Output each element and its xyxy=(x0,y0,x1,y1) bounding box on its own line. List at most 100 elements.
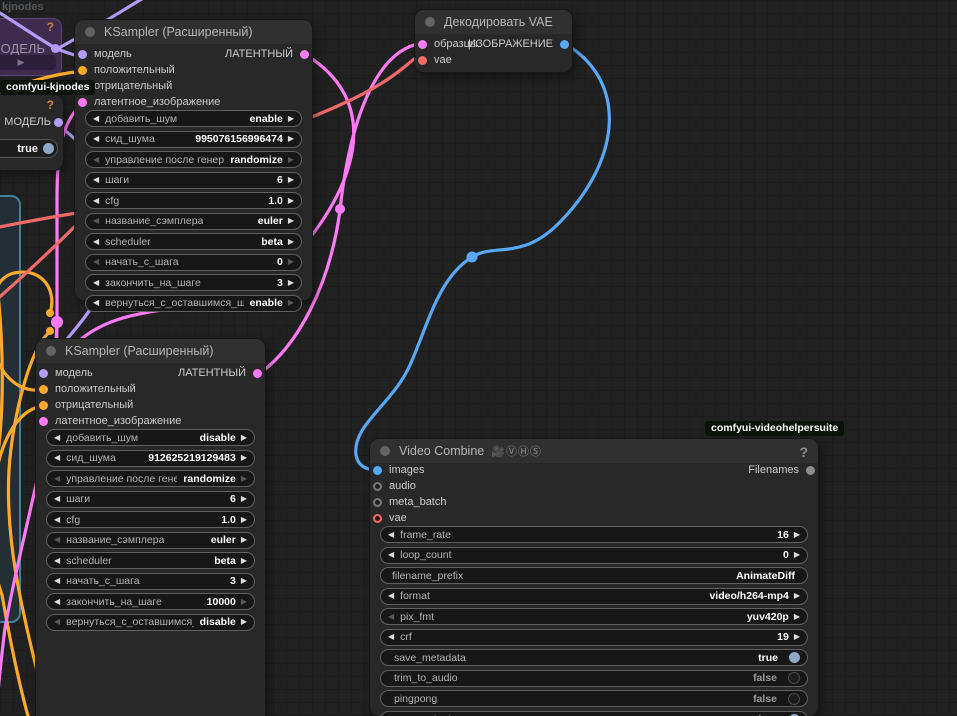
input-dot-положительный[interactable] xyxy=(78,65,87,75)
widget-increment-arrow[interactable]: ▶ xyxy=(288,258,294,266)
widget-decrement-arrow[interactable]: ◀ xyxy=(54,433,60,442)
widget-decrement-arrow[interactable]: ◀ xyxy=(388,530,394,539)
widget-increment-arrow[interactable]: ▶ xyxy=(288,114,294,123)
output-Filenames[interactable]: Filenames xyxy=(748,462,815,478)
widget-decrement-arrow[interactable]: ◀ xyxy=(93,237,99,246)
widget-increment-arrow[interactable]: ▶ xyxy=(241,597,247,606)
output-dot-ЛАТЕНТНЫЙ[interactable] xyxy=(253,368,262,378)
boolean-toggle[interactable]: true xyxy=(0,139,58,158)
widget-закончить_на_шаге[interactable]: ◀ закончить_на_шаге 10000 ▶ xyxy=(46,593,255,610)
widget-increment-arrow[interactable]: ▶ xyxy=(241,556,247,565)
widget-decrement-arrow[interactable]: ◀ xyxy=(93,155,99,164)
cond-endpoint-dot-2[interactable] xyxy=(46,327,54,335)
collapse-dot[interactable] xyxy=(85,27,95,37)
widget-управление после генерац...[interactable]: ◀ управление после генерац... randomize ▶ xyxy=(46,470,255,487)
widget-управление после генерац...[interactable]: ◀ управление после генерац... randomize ▶ xyxy=(85,151,302,168)
widget-decrement-arrow[interactable]: ◀ xyxy=(93,217,99,225)
node-vae-decode[interactable]: Декодировать VAE образцы ИЗОБРАЖЕНИЕ vae xyxy=(415,10,572,72)
input-латентное_изображение[interactable]: латентное_изображение xyxy=(78,94,220,110)
widget-pingpong[interactable]: pingpong false xyxy=(380,690,808,707)
widget-decrement-arrow[interactable]: ◀ xyxy=(54,474,60,483)
widget-scheduler[interactable]: ◀ scheduler beta ▶ xyxy=(46,552,255,569)
widget-cfg[interactable]: ◀ cfg 1.0 ▶ xyxy=(85,192,302,209)
output-dot-Filenames[interactable] xyxy=(806,465,815,475)
input-отрицательный[interactable]: отрицательный xyxy=(39,397,133,413)
cond-endpoint-dot-1[interactable] xyxy=(46,309,54,317)
widget-decrement-arrow[interactable]: ◀ xyxy=(388,612,394,621)
widget-increment-arrow[interactable]: ▶ xyxy=(241,474,247,483)
widget-добавить_шум[interactable]: ◀ добавить_шум disable ▶ xyxy=(46,429,255,446)
widget-decrement-arrow[interactable]: ◀ xyxy=(93,176,99,184)
widget-шаги[interactable]: ◀ шаги 6 ▶ xyxy=(85,171,302,189)
widget-increment-arrow[interactable]: ▶ xyxy=(241,577,247,585)
widget-decrement-arrow[interactable]: ◀ xyxy=(93,114,99,123)
input-dot-модель[interactable] xyxy=(39,368,48,378)
widget-сид_шума[interactable]: ◀ сид_шума 912625219129483 ▶ xyxy=(46,449,255,467)
toggle-knob[interactable] xyxy=(788,672,800,684)
collapse-dot[interactable] xyxy=(46,346,56,356)
widget-decrement-arrow[interactable]: ◀ xyxy=(388,633,394,641)
reroute-dot-latent-left[interactable] xyxy=(51,316,63,328)
input-dot-images[interactable] xyxy=(373,465,382,475)
widget-вернуться_с_оставшимся_шу ...[interactable]: ◀ вернуться_с_оставшимся_шу ... enable ▶ xyxy=(85,294,302,312)
widget-cfg[interactable]: ◀ cfg 1.0 ▶ xyxy=(46,511,255,528)
toggle-knob[interactable] xyxy=(788,692,800,705)
widget-decrement-arrow[interactable]: ◀ xyxy=(93,135,99,143)
widget-loop_count[interactable]: ◀ loop_count 0 ▶ xyxy=(380,546,808,564)
widget-decrement-arrow[interactable]: ◀ xyxy=(93,299,99,307)
widget-decrement-arrow[interactable]: ◀ xyxy=(54,618,60,626)
input-vae[interactable]: vae xyxy=(373,510,407,526)
widget-save_output[interactable]: save_outputtrue xyxy=(380,710,808,716)
widget-decrement-arrow[interactable]: ◀ xyxy=(54,556,60,565)
widget-название_сэмплера[interactable]: ◀ название_сэмплера euler ▶ xyxy=(85,212,302,230)
play-button[interactable]: ▶ xyxy=(0,55,56,70)
widget-закончить_на_шаге[interactable]: ◀ закончить_на_шаге 3 ▶ xyxy=(85,274,302,291)
input-dot-vae[interactable] xyxy=(418,55,427,65)
widget-добавить_шум[interactable]: ◀ добавить_шум enable ▶ xyxy=(85,110,302,127)
node-partial-blue[interactable] xyxy=(0,195,21,623)
collapse-dot[interactable] xyxy=(380,446,390,456)
widget-decrement-arrow[interactable]: ◀ xyxy=(54,495,60,503)
node-partial-purple[interactable]: ? МОДЕЛЬ ▶ xyxy=(0,18,62,76)
widget-increment-arrow[interactable]: ▶ xyxy=(794,551,800,559)
output-ЛАТЕНТНЫЙ[interactable]: ЛАТЕНТНЫЙ xyxy=(225,46,309,62)
widget-increment-arrow[interactable]: ▶ xyxy=(288,155,294,164)
widget-increment-arrow[interactable]: ▶ xyxy=(288,135,294,143)
widget-decrement-arrow[interactable]: ◀ xyxy=(93,258,99,266)
input-dot-vae[interactable] xyxy=(373,513,382,523)
node-help-icon[interactable]: ? xyxy=(47,98,54,112)
toggle-knob[interactable] xyxy=(43,143,54,154)
widget-increment-arrow[interactable]: ▶ xyxy=(241,618,247,626)
widget-increment-arrow[interactable]: ▶ xyxy=(241,515,247,524)
widget-decrement-arrow[interactable]: ◀ xyxy=(388,551,394,559)
input-положительный[interactable]: положительный xyxy=(39,381,136,397)
widget-increment-arrow[interactable]: ▶ xyxy=(288,217,294,225)
input-dot-audio[interactable] xyxy=(373,481,382,491)
widget-scheduler[interactable]: ◀ scheduler beta ▶ xyxy=(85,233,302,250)
node-help-icon[interactable]: ? xyxy=(799,444,808,460)
input-dot-отрицательный[interactable] xyxy=(39,400,48,410)
node-video-combine[interactable]: Video Combine 🎥ⓋⒽⓈ ? images Filenames audi… xyxy=(370,439,818,716)
input-положительный[interactable]: положительный xyxy=(78,62,175,78)
widget-decrement-arrow[interactable]: ◀ xyxy=(54,454,60,462)
widget-decrement-arrow[interactable]: ◀ xyxy=(93,278,99,287)
input-dot-meta_batch[interactable] xyxy=(373,497,382,507)
widget-increment-arrow[interactable]: ▶ xyxy=(288,278,294,287)
collapse-dot[interactable] xyxy=(425,17,435,27)
output-ЛАТЕНТНЫЙ[interactable]: ЛАТЕНТНЫЙ xyxy=(178,365,262,381)
node-help-icon[interactable]: ? xyxy=(47,20,54,34)
widget-начать_с_шага[interactable]: ◀ начать_с_шага 0 ▶ xyxy=(85,253,302,271)
input-dot-образцы[interactable] xyxy=(418,39,427,49)
input-meta_batch[interactable]: meta_batch xyxy=(373,494,446,510)
widget-increment-arrow[interactable]: ▶ xyxy=(288,237,294,246)
widget-frame_rate[interactable]: ◀ frame_rate 16 ▶ xyxy=(380,526,808,543)
toggle-knob[interactable] xyxy=(789,652,800,663)
input-vae[interactable]: vae xyxy=(418,52,452,68)
node-model-toggle[interactable]: ? МОДЕЛЬ true xyxy=(0,95,63,170)
widget-crf[interactable]: ◀ crf 19 ▶ xyxy=(380,628,808,646)
node-canvas[interactable]: kjnodes ? МОДЕЛЬ ▶ comfyui-k xyxy=(0,0,957,716)
input-dot-модель[interactable] xyxy=(78,49,87,59)
input-модель[interactable]: модель xyxy=(39,365,93,381)
widget-начать_с_шага[interactable]: ◀ начать_с_шага 3 ▶ xyxy=(46,572,255,590)
widget-increment-arrow[interactable]: ▶ xyxy=(288,299,294,307)
